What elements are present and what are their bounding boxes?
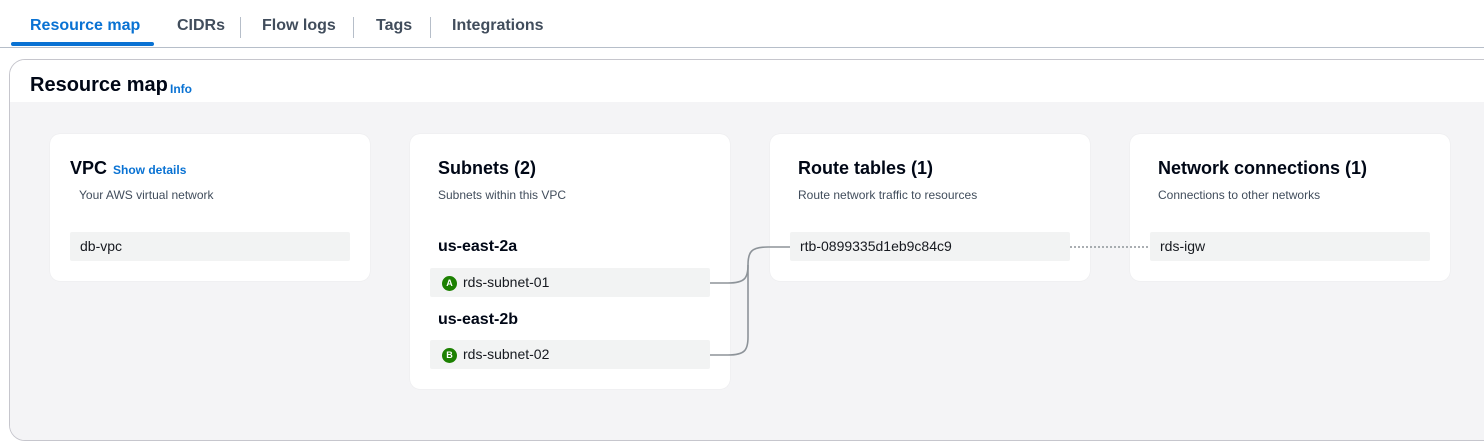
az-badge-icon: A: [442, 275, 457, 291]
availability-zone-label: us-east-2a: [438, 238, 518, 255]
tab-divider: [430, 17, 431, 38]
active-tab-indicator: [11, 42, 154, 46]
tab-cidrs[interactable]: CIDRs: [177, 17, 225, 35]
subnets-card: Subnets (2) Subnets within this VPC us-e…: [410, 134, 730, 389]
tab-integrations[interactable]: Integrations: [452, 17, 544, 35]
subnet-node[interactable]: Brds-subnet-02: [430, 340, 710, 369]
subnets-title: Subnets (2): [438, 158, 537, 178]
subnet-node[interactable]: Ards-subnet-01: [430, 268, 710, 297]
vpc-node[interactable]: db-vpc: [70, 232, 350, 261]
vpc-card-title: VPC Show details: [70, 158, 186, 179]
tab-bar: Resource map CIDRs Flow logs Tags Integr…: [0, 0, 1484, 48]
route-table-node[interactable]: rtb-0899335d1eb9c84c9: [790, 232, 1070, 261]
vpc-card: VPC Show details Your AWS virtual network…: [50, 134, 370, 281]
network-connections-title: Network connections (1): [1158, 158, 1368, 178]
route-tables-title: Route tables (1): [798, 158, 934, 178]
subnets-description: Subnets within this VPC: [438, 188, 567, 202]
network-connections-card: Network connections (1) Connections to o…: [1130, 134, 1450, 281]
tab-tags[interactable]: Tags: [376, 17, 412, 35]
az-badge-icon: B: [442, 347, 457, 363]
subnet-label: rds-subnet-02: [463, 346, 550, 362]
availability-zone-label: us-east-2b: [438, 311, 519, 328]
network-connections-description: Connections to other networks: [1158, 188, 1321, 202]
tab-divider: [353, 17, 354, 38]
subnet-label: rds-subnet-01: [463, 274, 550, 290]
vpc-description: Your AWS virtual network: [79, 188, 214, 202]
internet-gateway-node[interactable]: rds-igw: [1150, 232, 1430, 261]
tab-flow-logs[interactable]: Flow logs: [262, 17, 336, 35]
tab-divider: [240, 17, 241, 38]
tab-resource-map[interactable]: Resource map: [30, 17, 140, 35]
route-tables-description: Route network traffic to resources: [798, 188, 978, 202]
panel-header: Resource map Info: [10, 60, 1484, 102]
route-tables-card: Route tables (1) Route network traffic t…: [770, 134, 1090, 281]
panel-title: Resource map: [30, 74, 168, 96]
show-details-link[interactable]: Show details: [113, 163, 186, 177]
info-link[interactable]: Info: [170, 82, 192, 96]
vpc-title: VPC: [70, 158, 108, 178]
